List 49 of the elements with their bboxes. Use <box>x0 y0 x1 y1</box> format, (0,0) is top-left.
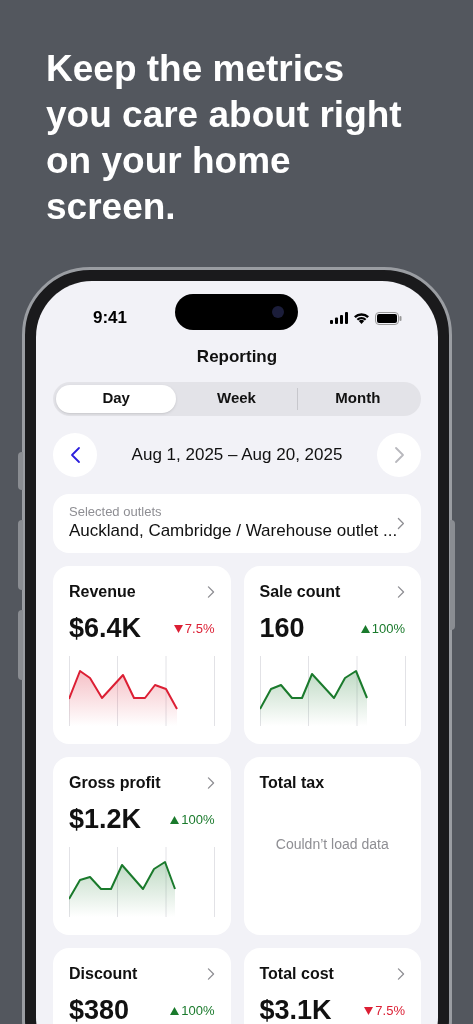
metric-value: $1.2K <box>69 803 142 837</box>
chevron-right-icon <box>397 966 405 981</box>
segment-tab[interactable]: Week <box>176 384 297 413</box>
metric-card[interactable]: Total tax Couldn’t load data <box>243 756 421 935</box>
battery-icon <box>375 311 402 325</box>
error-message: Couldn’t load data <box>275 834 389 854</box>
side-button[interactable] <box>18 610 23 680</box>
previous-button[interactable] <box>53 432 97 477</box>
change-percent: 100% <box>181 1001 215 1020</box>
chevron-right-icon <box>397 516 405 530</box>
outlets-value: Auckland, Cambridge / Warehouse outlet ... <box>69 520 398 542</box>
card-title: Gross profit <box>69 772 161 793</box>
metric-value: $6.4K <box>69 612 142 646</box>
metric-card[interactable]: Discount $380 100% <box>53 947 231 1024</box>
side-button[interactable] <box>18 520 23 590</box>
metric-card[interactable]: Total cost $3.1K 7.5% <box>243 947 421 1024</box>
card-title: Total cost <box>259 963 334 984</box>
wifi-icon <box>353 312 370 324</box>
change-percent: 100% <box>371 619 405 638</box>
metric-card[interactable]: Sale count 160 100% <box>243 565 421 744</box>
date-range: Aug 1, 2025 – Aug 20, 2025 <box>131 443 343 466</box>
change-percent: 7.5% <box>184 619 215 638</box>
metric-card[interactable]: Revenue $6.4K 7.5% <box>53 565 231 744</box>
metric-value: $380 <box>69 994 130 1024</box>
outlets-label: Selected outlets <box>69 504 163 520</box>
segment-tab[interactable]: Day <box>56 384 177 413</box>
chevron-right-icon <box>206 584 215 599</box>
chevron-right-icon <box>206 775 215 790</box>
chevron-right-icon <box>393 445 405 464</box>
outlets-selector[interactable]: Selected outlets Auckland, Cambridge / Warehouse outlet ... <box>53 493 421 553</box>
signal-icon <box>330 312 348 324</box>
card-title: Discount <box>69 963 138 984</box>
metric-value: 160 <box>259 612 305 646</box>
side-button[interactable] <box>18 452 23 490</box>
card-title: Total tax <box>259 772 325 793</box>
chevron-right-icon <box>397 584 405 599</box>
status-time: 9:41 <box>93 307 128 330</box>
chevron-left-icon <box>69 445 81 464</box>
metric-value: $3.1K <box>259 994 332 1024</box>
metric-card[interactable]: Gross profit $1.2K 100% <box>53 756 231 935</box>
headline: Keep the metrics you care about right on your home screen. <box>46 47 403 229</box>
chevron-right-icon <box>206 966 215 981</box>
change-percent: 100% <box>181 810 215 829</box>
side-button[interactable] <box>450 520 455 630</box>
change-percent: 7.5% <box>375 1001 405 1020</box>
screen-title: Reporting <box>195 346 279 368</box>
card-title: Revenue <box>69 581 136 602</box>
card-title: Sale count <box>259 581 341 602</box>
segment-tab[interactable]: Month <box>297 384 418 413</box>
